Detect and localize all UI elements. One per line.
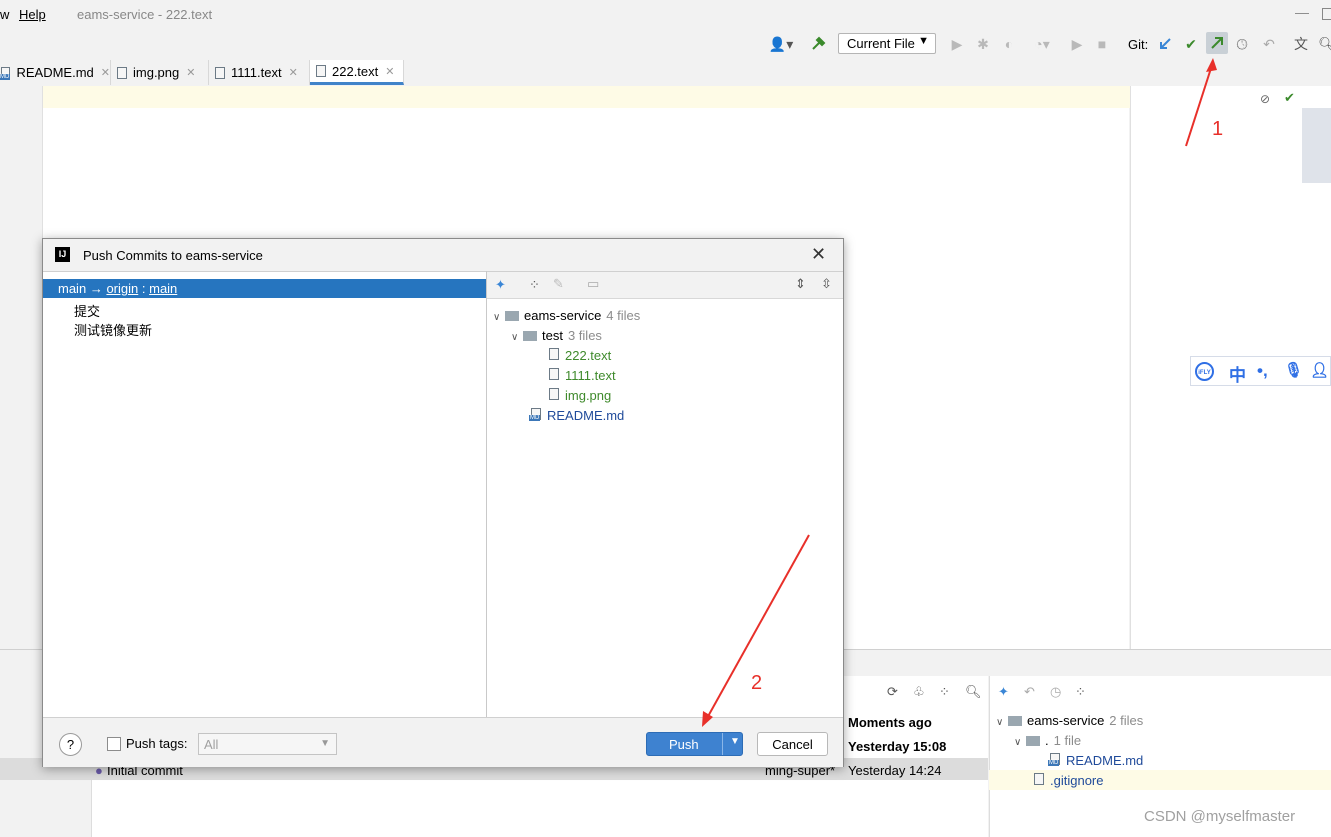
annotation-arrows — [702, 58, 1217, 727]
annotation-label-1: 1 — [1212, 118, 1224, 140]
watermark: CSDN @myselfmaster — [1144, 808, 1296, 825]
annotation-arrow-1 — [1185, 61, 1214, 147]
annotation-label-2: 2 — [751, 672, 763, 694]
